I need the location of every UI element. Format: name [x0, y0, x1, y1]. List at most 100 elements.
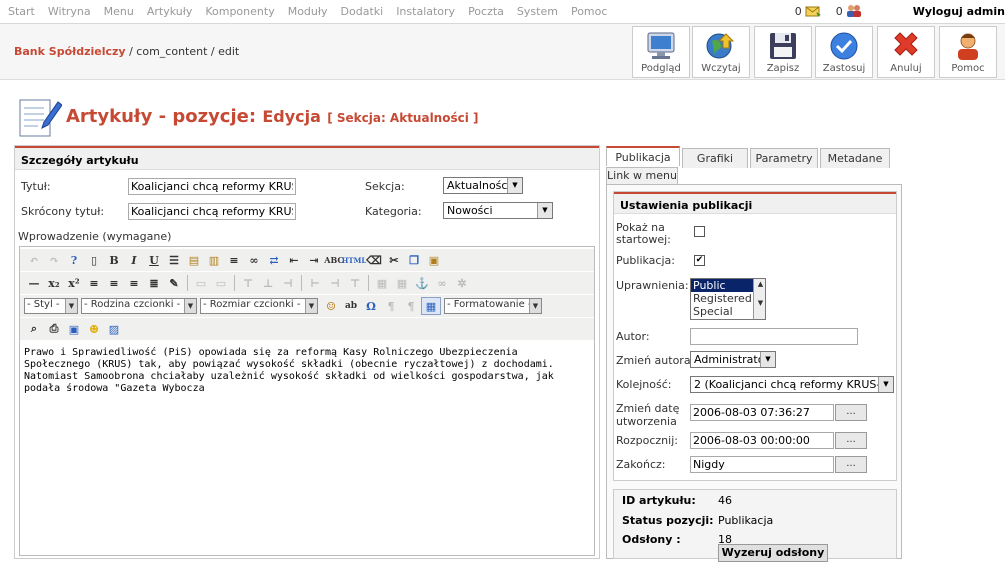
unlink-icon[interactable]: ✲: [452, 274, 472, 292]
menu-item-pomoc[interactable]: Pomoc: [571, 5, 607, 18]
alias-input[interactable]: [128, 203, 296, 220]
menu-item-poczta[interactable]: Poczta: [468, 5, 504, 18]
spell-icon[interactable]: ab: [341, 297, 361, 315]
copy-icon[interactable]: ❐: [404, 251, 424, 269]
created-date-input[interactable]: [690, 404, 834, 421]
end-date-input[interactable]: [690, 456, 834, 473]
underline-icon[interactable]: U: [144, 251, 164, 269]
upload-button[interactable]: Wczytaj: [692, 26, 750, 78]
insert-col-before-icon[interactable]: ⊢: [305, 274, 325, 292]
edit-icon[interactable]: ✎: [164, 274, 184, 292]
tab-link-w-menu[interactable]: Link w menu: [606, 167, 678, 184]
new-document-icon[interactable]: ▯: [84, 251, 104, 269]
created-calendar-button[interactable]: ...: [835, 404, 867, 421]
redo-icon[interactable]: ↷: [44, 251, 64, 269]
fullscreen-icon[interactable]: ▣: [64, 320, 84, 338]
merge-cells-icon[interactable]: ▦: [392, 274, 412, 292]
end-calendar-button[interactable]: ...: [835, 456, 867, 473]
users-icon[interactable]: [845, 4, 863, 18]
insert-col-after-icon[interactable]: ⊣: [325, 274, 345, 292]
insert-row-before-icon[interactable]: ⊤: [238, 274, 258, 292]
emotions-icon[interactable]: ☺: [321, 297, 341, 315]
breadcrumb-site[interactable]: Bank Spółdzielczy: [14, 45, 126, 58]
align-justify-icon[interactable]: ≣: [144, 274, 164, 292]
replace-icon[interactable]: ⇄: [264, 251, 284, 269]
split-cells-icon[interactable]: ▦: [372, 274, 392, 292]
cleanup-icon[interactable]: ⌫: [364, 251, 384, 269]
tab-parametry[interactable]: Parametry: [750, 148, 818, 168]
bold-icon[interactable]: B: [104, 251, 124, 269]
indent-icon[interactable]: ⇥: [304, 251, 324, 269]
superscript-icon[interactable]: x²: [64, 274, 84, 292]
help-icon[interactable]: ?: [64, 251, 84, 269]
access-listbox[interactable]: Public Registered Special ▲ ▼: [690, 278, 766, 320]
print-icon[interactable]: ⎙: [44, 320, 64, 338]
listbox-scrollbar[interactable]: ▲ ▼: [753, 279, 765, 319]
section-select[interactable]: Aktualności ▼: [443, 177, 523, 194]
start-date-input[interactable]: [690, 432, 834, 449]
image-icon[interactable]: ▨: [104, 320, 124, 338]
logout-link[interactable]: Wyloguj admin: [913, 5, 1005, 18]
align-right-icon[interactable]: ≡: [124, 274, 144, 292]
numbered-list-icon[interactable]: ≡: [224, 251, 244, 269]
paste-text-icon[interactable]: ▤: [184, 251, 204, 269]
undo-icon[interactable]: ↶: [24, 251, 44, 269]
insert-row-after-icon[interactable]: ⊥: [258, 274, 278, 292]
smiley-icon[interactable]: ☻: [84, 320, 104, 338]
align-left-icon[interactable]: ≡: [84, 274, 104, 292]
menu-item-komponenty[interactable]: Komponenty: [205, 5, 274, 18]
delete-row-icon[interactable]: ⊣: [278, 274, 298, 292]
menu-item-artykuly[interactable]: Artykuły: [147, 5, 193, 18]
tab-metadane[interactable]: Metadane: [820, 148, 890, 168]
html-icon[interactable]: HTML: [342, 251, 367, 269]
published-checkbox[interactable]: ✔: [694, 255, 705, 266]
save-button[interactable]: Zapisz: [754, 26, 812, 78]
subscript-icon[interactable]: x₂: [44, 274, 64, 292]
table-row-icon[interactable]: ▭: [191, 274, 211, 292]
bullet-list-icon[interactable]: ☰: [164, 251, 184, 269]
change-author-select[interactable]: Administrator ▼: [690, 351, 776, 368]
apply-button[interactable]: Zastosuj: [815, 26, 873, 78]
tab-publikacja[interactable]: Publikacja: [606, 146, 680, 166]
rtl-icon[interactable]: ¶: [401, 297, 421, 315]
order-select[interactable]: 2 (Koalicjanci chcą reformy KRUS-...) ▼: [690, 376, 894, 393]
menu-item-moduly[interactable]: Moduły: [288, 5, 328, 18]
help-button[interactable]: Pomoc: [939, 26, 997, 78]
link-icon[interactable]: ∞: [432, 274, 452, 292]
ltr-icon[interactable]: ¶: [381, 297, 401, 315]
reset-hits-button[interactable]: Wyzeruj odsłony: [718, 544, 828, 562]
find-icon[interactable]: ∞: [244, 251, 264, 269]
align-center-icon[interactable]: ≡: [104, 274, 124, 292]
menu-item-menu[interactable]: Menu: [104, 5, 134, 18]
editor-content[interactable]: Prawo i Sprawiedliwość (PiS) opowiada si…: [24, 347, 584, 395]
cut-icon[interactable]: ✂: [384, 251, 404, 269]
italic-icon[interactable]: I: [124, 251, 144, 269]
preview-button[interactable]: Podgląd: [632, 26, 690, 78]
font-size-select[interactable]: - Rozmiar czcionki - ▼: [200, 298, 318, 314]
horizontal-rule-icon[interactable]: —: [24, 274, 44, 292]
anchor-icon[interactable]: ⚓: [412, 274, 432, 292]
format-select[interactable]: - Formatowanie - ▼: [444, 298, 542, 314]
tab-grafiki[interactable]: Grafiki: [682, 148, 748, 168]
author-input[interactable]: [690, 328, 858, 345]
style-select[interactable]: - Styl - ▼: [24, 298, 78, 314]
table-icon[interactable]: ▦: [421, 297, 441, 315]
delete-col-icon[interactable]: ⊤: [345, 274, 365, 292]
frontpage-checkbox[interactable]: [694, 226, 705, 237]
menu-item-start[interactable]: Start: [8, 5, 35, 18]
paste-word-icon[interactable]: ▥: [204, 251, 224, 269]
special-char-icon[interactable]: Ω: [361, 297, 381, 315]
outdent-icon[interactable]: ⇤: [284, 251, 304, 269]
menu-item-system[interactable]: System: [517, 5, 558, 18]
cancel-button[interactable]: Anuluj: [877, 26, 935, 78]
font-family-select[interactable]: - Rodzina czcionki - ▼: [81, 298, 197, 314]
table-col-icon[interactable]: ▭: [211, 274, 231, 292]
paste-icon[interactable]: ▣: [424, 251, 444, 269]
title-input[interactable]: [128, 178, 296, 195]
menu-item-witryna[interactable]: Witryna: [48, 5, 91, 18]
mail-icon[interactable]: [804, 4, 822, 18]
start-calendar-button[interactable]: ...: [835, 432, 867, 449]
menu-item-dodatki[interactable]: Dodatki: [341, 5, 384, 18]
zoom-icon[interactable]: ⌕: [24, 320, 44, 338]
menu-item-instalatory[interactable]: Instalatory: [396, 5, 455, 18]
